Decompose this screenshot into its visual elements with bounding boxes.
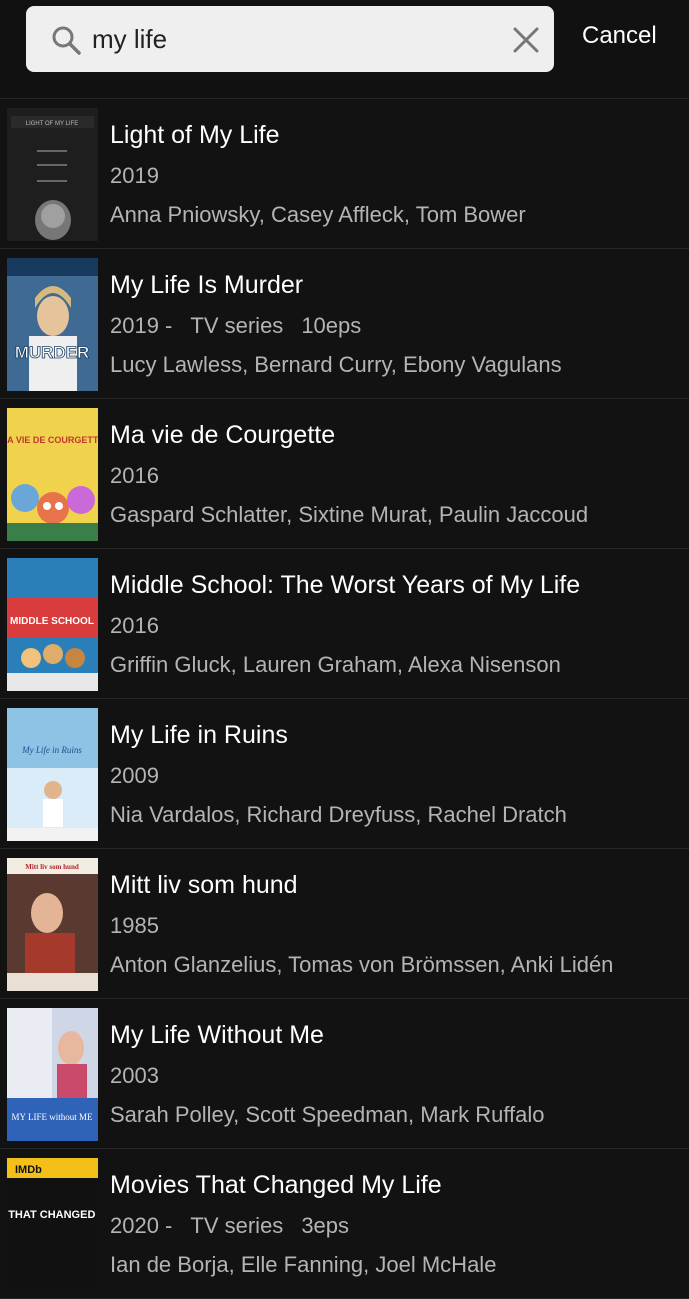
- result-title: Middle School: The Worst Years of My Lif…: [110, 571, 581, 599]
- search-field[interactable]: [26, 6, 554, 72]
- poster-image: IMDb MOVIES THAT CHANGED MY LIFE: [7, 1158, 98, 1291]
- poster-image: Mitt liv som hund: [7, 858, 98, 991]
- result-title: Ma vie de Courgette: [110, 421, 336, 449]
- result-meta: 2019 - TV series 10eps: [110, 313, 379, 339]
- result-cast: Lucy Lawless, Bernard Curry, Ebony Vagul…: [110, 352, 562, 377]
- result-year: 2019 -: [110, 313, 173, 338]
- poster-title-text: MA VIE DE COURGETTE: [7, 435, 98, 445]
- result-title: Light of My Life: [110, 121, 280, 149]
- result-episodes: 10eps: [301, 313, 362, 338]
- result-meta: 2003: [110, 1063, 177, 1089]
- result-cast: Sarah Polley, Scott Speedman, Mark Ruffa…: [110, 1102, 545, 1127]
- result-meta: 2016: [110, 613, 177, 639]
- result-title: My Life Without Me: [110, 1021, 324, 1049]
- poster-image: MURDER: [7, 258, 98, 391]
- result-meta: 2020 - TV series 3eps: [110, 1213, 367, 1239]
- poster-title-text: LIGHT OF MY LIFE: [26, 121, 78, 127]
- list-item[interactable]: MY LIFE without ME My Life Without Me 20…: [0, 999, 689, 1149]
- list-item[interactable]: LIGHT OF MY LIFE Light of My Life 2019 A…: [0, 99, 689, 249]
- cancel-button[interactable]: Cancel: [582, 22, 657, 50]
- result-cast: Griffin Gluck, Lauren Graham, Alexa Nise…: [110, 652, 561, 677]
- poster-image: MIDDLE SCHOOL: [7, 558, 98, 691]
- result-cast: Gaspard Schlatter, Sixtine Murat, Paulin…: [110, 502, 589, 527]
- result-title: My Life Is Murder: [110, 271, 304, 299]
- result-meta: 1985: [110, 913, 177, 939]
- poster-title-text: My Life in Ruins: [21, 745, 82, 755]
- close-icon[interactable]: [512, 26, 540, 54]
- result-year: 2009: [110, 763, 159, 788]
- poster-title-text: Mitt liv som hund: [25, 863, 79, 871]
- result-type: TV series: [190, 1213, 284, 1238]
- list-item[interactable]: IMDb MOVIES THAT CHANGED MY LIFE Movies …: [0, 1149, 689, 1299]
- svg-text:IMDb: IMDb: [15, 1164, 42, 1176]
- result-title: Movies That Changed My Life: [110, 1171, 442, 1199]
- poster-image: LIGHT OF MY LIFE: [7, 108, 98, 241]
- poster-title-text: MY LIFE without ME: [12, 1112, 93, 1122]
- result-cast: Ian de Borja, Elle Fanning, Joel McHale: [110, 1252, 497, 1277]
- search-icon: [52, 26, 81, 55]
- poster-title-text: MIDDLE SCHOOL: [10, 616, 94, 627]
- list-item[interactable]: MA VIE DE COURGETTE Ma vie de Courgette …: [0, 399, 689, 549]
- result-cast: Anna Pniowsky, Casey Affleck, Tom Bower: [110, 202, 526, 227]
- result-year: 2019: [110, 163, 159, 188]
- result-year: 2016: [110, 463, 159, 488]
- result-year: 2020 -: [110, 1213, 173, 1238]
- poster-image: MY LIFE without ME: [7, 1008, 98, 1141]
- result-meta: 2009: [110, 763, 177, 789]
- poster-title-text: MOVIES THAT CHANGED MY LIFE: [7, 1209, 98, 1221]
- poster-title-text: MURDER: [15, 343, 90, 362]
- search-bar: Cancel: [0, 0, 689, 99]
- list-item[interactable]: MIDDLE SCHOOL Middle School: The Worst Y…: [0, 549, 689, 699]
- result-year: 1985: [110, 913, 159, 938]
- result-title: My Life in Ruins: [110, 721, 288, 749]
- list-item[interactable]: My Life in Ruins My Life in Ruins 2009 N…: [0, 699, 689, 849]
- result-year: 2016: [110, 613, 159, 638]
- results-list: LIGHT OF MY LIFE Light of My Life 2019 A…: [0, 99, 689, 1299]
- result-year: 2003: [110, 1063, 159, 1088]
- result-episodes: 3eps: [301, 1213, 350, 1238]
- result-meta: 2019: [110, 163, 177, 189]
- list-item[interactable]: MURDER My Life Is Murder 2019 - TV series…: [0, 249, 689, 399]
- result-meta: 2016: [110, 463, 177, 489]
- result-cast: Anton Glanzelius, Tomas von Brömssen, An…: [110, 952, 614, 977]
- search-input[interactable]: [92, 16, 492, 62]
- result-type: TV series: [190, 313, 284, 338]
- poster-image: My Life in Ruins: [7, 708, 98, 841]
- result-cast: Nia Vardalos, Richard Dreyfuss, Rachel D…: [110, 802, 567, 827]
- list-item[interactable]: Mitt liv som hund Mitt liv som hund 1985…: [0, 849, 689, 999]
- result-title: Mitt liv som hund: [110, 871, 298, 899]
- poster-image: MA VIE DE COURGETTE: [7, 408, 98, 541]
